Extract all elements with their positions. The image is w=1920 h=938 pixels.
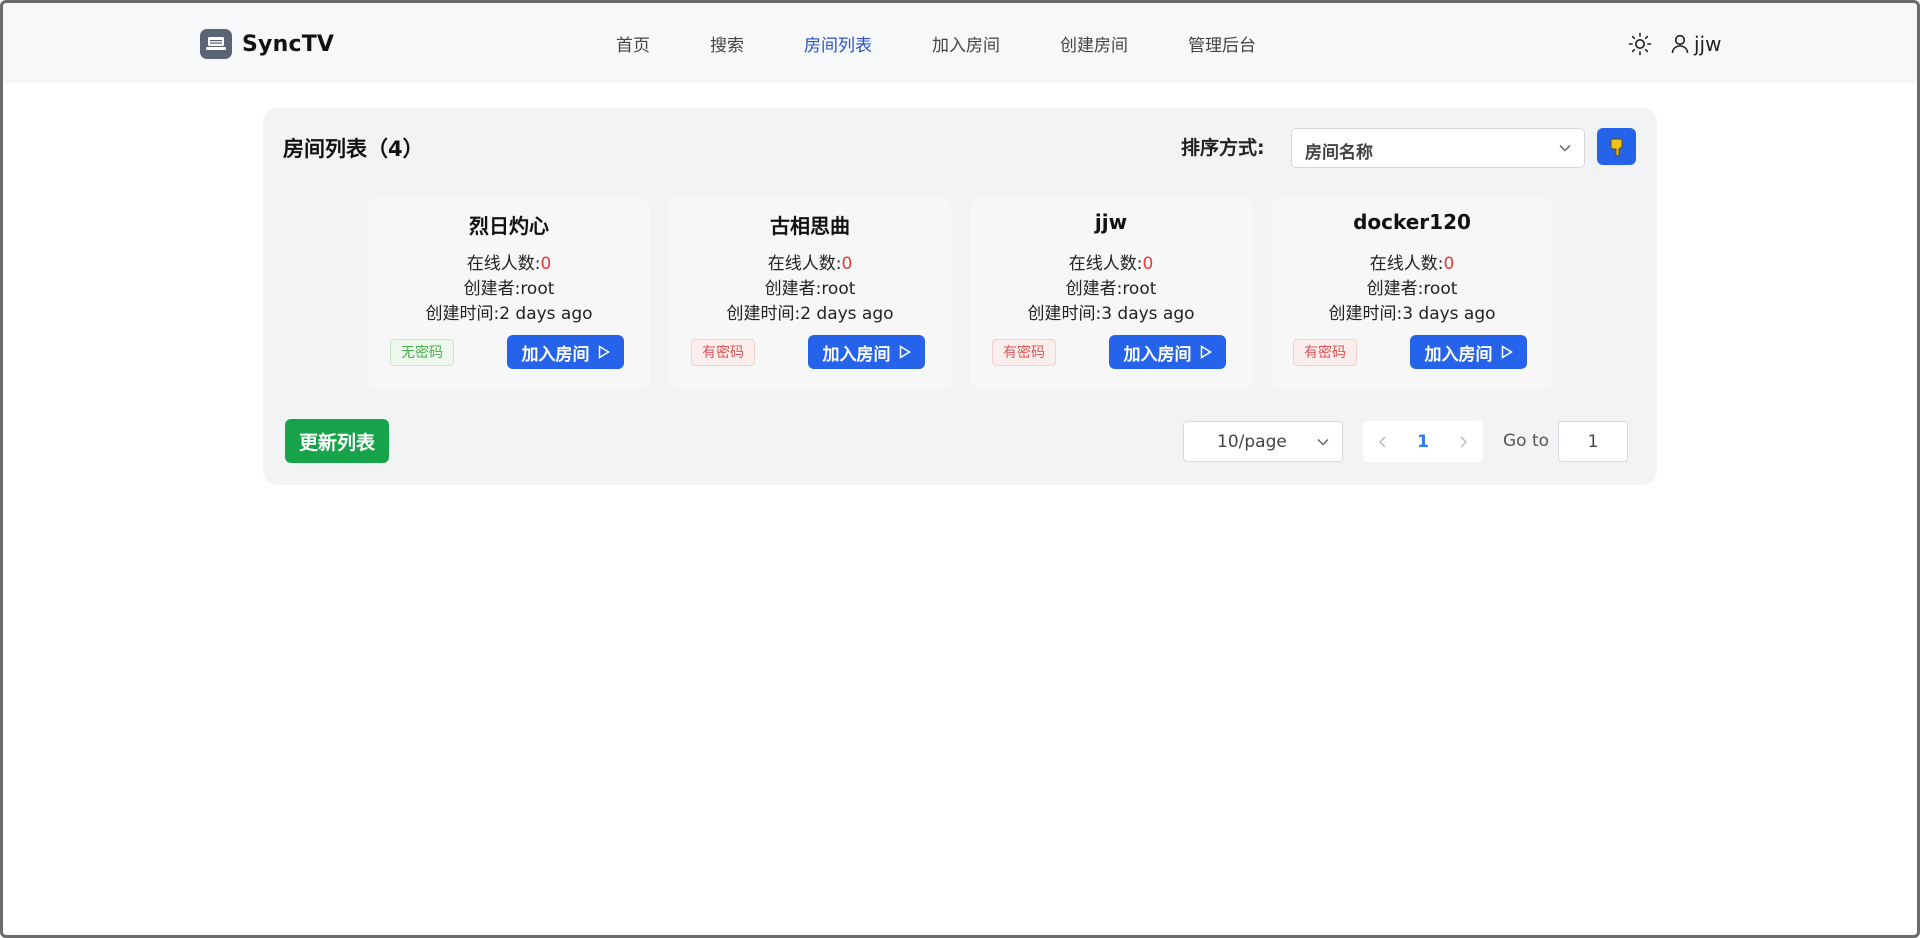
created-time: 3 days ago: [1402, 304, 1496, 324]
creator-name: root: [1423, 279, 1458, 299]
join-room-button[interactable]: 加入房间: [507, 335, 624, 369]
chevron-down-icon: [1559, 144, 1571, 152]
chevron-right-icon: [1460, 435, 1468, 448]
room-card: 烈日灼心 在线人数:0 创建者:root 创建时间:2 days ago 无密码…: [368, 198, 650, 388]
goto-label: Go to: [1503, 431, 1550, 451]
room-name: 烈日灼心: [469, 214, 549, 238]
room-creator: 创建者:root: [368, 274, 650, 299]
join-room-button[interactable]: 加入房间: [1109, 335, 1226, 369]
password-badge: 有密码: [691, 339, 755, 366]
sun-icon: [1628, 32, 1652, 56]
nav-search[interactable]: 搜索: [710, 31, 744, 56]
join-room-button[interactable]: 加入房间: [808, 335, 925, 369]
online-label: 在线人数:: [767, 254, 842, 274]
main-nav: 首页 搜索 房间列表 加入房间 创建房间 管理后台: [616, 31, 1316, 56]
pagination: 1: [1363, 421, 1483, 462]
page-number-current[interactable]: 1: [1403, 432, 1443, 452]
next-page-button[interactable]: [1443, 421, 1483, 462]
join-room-label: 加入房间: [1424, 344, 1493, 365]
created-label: 创建时间:: [1027, 304, 1102, 324]
room-online: 在线人数:0: [970, 249, 1252, 274]
prev-page-button[interactable]: [1363, 421, 1403, 462]
creator-name: root: [821, 279, 856, 299]
play-icon: [899, 345, 911, 359]
brand[interactable]: SyncTV: [200, 29, 334, 59]
creator-name: root: [1122, 279, 1157, 299]
sort-select[interactable]: 房间名称: [1291, 128, 1585, 168]
password-badge: 无密码: [390, 339, 454, 366]
room-online: 在线人数:0: [368, 249, 650, 274]
room-card: docker120 在线人数:0 创建者:root 创建时间:3 days ag…: [1271, 198, 1553, 388]
nav-join-room[interactable]: 加入房间: [932, 31, 1000, 56]
join-room-label: 加入房间: [1123, 344, 1192, 365]
nav-admin[interactable]: 管理后台: [1188, 31, 1256, 56]
nav-create-room[interactable]: 创建房间: [1060, 31, 1128, 56]
room-creator: 创建者:root: [1271, 274, 1553, 299]
room-list-panel: 房间列表（4） 排序方式: 房间名称 烈日灼心 在线人数:0 创建者:root …: [263, 108, 1657, 485]
creator-label: 创建者:: [764, 279, 822, 299]
created-label: 创建时间:: [726, 304, 801, 324]
brand-name: SyncTV: [242, 31, 335, 57]
join-room-button[interactable]: 加入房间: [1410, 335, 1527, 369]
room-online: 在线人数:0: [1271, 249, 1553, 274]
play-icon: [598, 345, 610, 359]
sort-select-value: 房间名称: [1305, 143, 1373, 163]
created-label: 创建时间:: [1328, 304, 1403, 324]
join-room-label: 加入房间: [822, 344, 891, 365]
room-created: 创建时间:3 days ago: [970, 299, 1252, 324]
password-badge: 有密码: [992, 339, 1056, 366]
room-card: jjw 在线人数:0 创建者:root 创建时间:3 days ago 有密码 …: [970, 198, 1252, 388]
page-size-value: 10/page: [1217, 432, 1287, 452]
online-label: 在线人数:: [1369, 254, 1444, 274]
room-created: 创建时间:3 days ago: [1271, 299, 1553, 324]
username: jjw: [1694, 32, 1722, 56]
created-time: 2 days ago: [499, 304, 593, 324]
sort-order-button[interactable]: [1597, 128, 1636, 165]
room-card-list: 烈日灼心 在线人数:0 创建者:root 创建时间:2 days ago 无密码…: [368, 198, 1572, 388]
room-online: 在线人数:0: [669, 249, 951, 274]
created-time: 2 days ago: [800, 304, 894, 324]
created-time: 3 days ago: [1101, 304, 1195, 324]
sort-label: 排序方式:: [1181, 137, 1265, 159]
chevron-down-icon: [1317, 438, 1329, 446]
nav-home[interactable]: 首页: [616, 31, 650, 56]
online-count: 0: [1142, 254, 1154, 274]
user-menu-button[interactable]: jjw: [1671, 32, 1721, 56]
play-icon: [1501, 345, 1513, 359]
room-card: 古相思曲 在线人数:0 创建者:root 创建时间:2 days ago 有密码…: [669, 198, 951, 388]
created-label: 创建时间:: [425, 304, 500, 324]
header-actions: jjw: [1627, 31, 1721, 57]
online-count: 0: [540, 254, 552, 274]
creator-label: 创建者:: [1366, 279, 1424, 299]
password-badge: 有密码: [1293, 339, 1357, 366]
creator-name: root: [520, 279, 555, 299]
online-count: 0: [1443, 254, 1455, 274]
room-created: 创建时间:2 days ago: [368, 299, 650, 324]
user-icon: [1671, 34, 1689, 54]
online-count: 0: [841, 254, 853, 274]
creator-label: 创建者:: [1065, 279, 1123, 299]
nav-room-list[interactable]: 房间列表: [804, 31, 872, 56]
room-name: jjw: [1094, 210, 1128, 234]
tv-icon: [200, 29, 232, 59]
goto-page-input[interactable]: [1558, 421, 1628, 462]
online-label: 在线人数:: [466, 254, 541, 274]
online-label: 在线人数:: [1068, 254, 1143, 274]
room-name: 古相思曲: [770, 214, 850, 238]
play-icon: [1200, 345, 1212, 359]
chevron-left-icon: [1378, 435, 1386, 448]
refresh-list-button[interactable]: 更新列表: [285, 419, 389, 463]
theme-toggle-button[interactable]: [1627, 31, 1653, 57]
creator-label: 创建者:: [463, 279, 521, 299]
hand-pointing-down-icon: [1610, 138, 1622, 156]
page-title: 房间列表（4）: [283, 137, 424, 161]
page-size-select[interactable]: 10/page: [1183, 421, 1343, 462]
room-creator: 创建者:root: [669, 274, 951, 299]
top-bar: SyncTV 首页 搜索 房间列表 加入房间 创建房间 管理后台 jjw: [3, 3, 1917, 83]
room-creator: 创建者:root: [970, 274, 1252, 299]
join-room-label: 加入房间: [521, 344, 590, 365]
room-name: docker120: [1353, 210, 1471, 234]
room-created: 创建时间:2 days ago: [669, 299, 951, 324]
